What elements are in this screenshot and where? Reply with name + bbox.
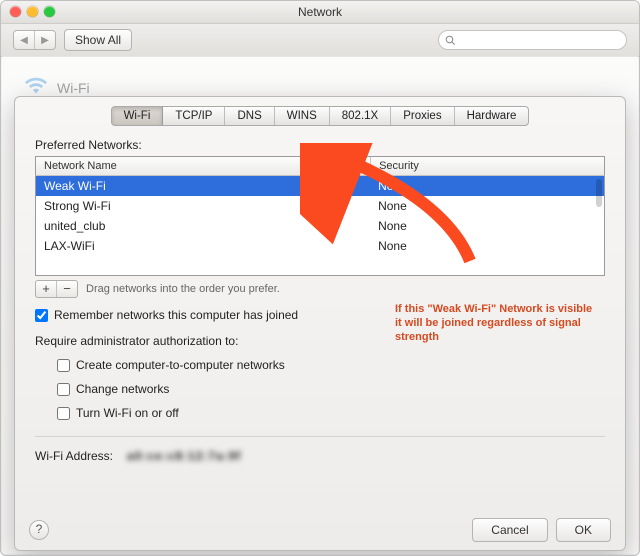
auth-option[interactable]: Turn Wi-Fi on or off [57, 406, 605, 420]
window-title: Network [298, 5, 342, 19]
cell-network-name: Strong Wi-Fi [36, 196, 370, 216]
ok-button[interactable]: OK [556, 518, 611, 542]
column-network-name[interactable]: Network Name [36, 157, 371, 175]
auth-option[interactable]: Change networks [57, 382, 605, 396]
traffic-lights [10, 6, 55, 17]
search-icon [445, 35, 456, 46]
networks-list-header: Network Name Security [35, 156, 605, 176]
prefs-toolbar: ◀ ▶ Show All [1, 24, 639, 57]
auth-checkbox-label: Turn Wi-Fi on or off [76, 406, 179, 420]
table-row[interactable]: Strong Wi-FiNone [36, 196, 604, 216]
tab-tcp-ip[interactable]: TCP/IP [163, 107, 225, 125]
back-icon[interactable]: ◀ [14, 31, 34, 49]
help-button[interactable]: ? [29, 520, 49, 540]
column-security[interactable]: Security [371, 157, 604, 175]
add-network-button[interactable]: + [36, 281, 56, 297]
search-input[interactable] [456, 33, 620, 47]
zoom-icon[interactable] [44, 6, 55, 17]
preferred-networks-label: Preferred Networks: [35, 138, 605, 152]
tab-wins[interactable]: WINS [275, 107, 330, 125]
table-row[interactable]: LAX-WiFiNone [36, 236, 604, 256]
cell-network-name: Weak Wi-Fi [36, 176, 370, 196]
auth-checkbox-input[interactable] [57, 383, 70, 396]
auth-option[interactable]: Create computer-to-computer networks [57, 358, 605, 372]
cell-network-name: united_club [36, 216, 370, 236]
wifi-address-value: a0:ce:c8:12:7a:9f [127, 449, 241, 463]
auth-checkbox-input[interactable] [57, 407, 70, 420]
networks-list[interactable]: Weak Wi-FiNoneStrong Wi-FiNoneunited_clu… [35, 176, 605, 276]
close-icon[interactable] [10, 6, 21, 17]
remember-checkbox-input[interactable] [35, 309, 48, 322]
cell-security: None [370, 196, 604, 216]
advanced-sheet: Wi-FiTCP/IPDNSWINS802.1XProxiesHardware … [14, 96, 626, 551]
remove-network-button[interactable]: − [56, 281, 77, 297]
cell-security: None [370, 236, 604, 256]
scrollbar-thumb[interactable] [596, 179, 602, 207]
wifi-address-label: Wi-Fi Address: [35, 449, 113, 463]
add-remove-buttons: + − [35, 280, 78, 298]
annotation-text: If this "Weak Wi-Fi" Network is visible … [395, 302, 595, 344]
show-all-button[interactable]: Show All [64, 29, 132, 51]
table-row[interactable]: Weak Wi-FiNone [36, 176, 604, 196]
tab-wi-fi[interactable]: Wi-Fi [112, 107, 164, 125]
minimize-icon[interactable] [27, 6, 38, 17]
tab-proxies[interactable]: Proxies [391, 107, 454, 125]
table-row[interactable]: united_clubNone [36, 216, 604, 236]
window-titlebar: Network [1, 1, 639, 24]
tab-802-1x[interactable]: 802.1X [330, 107, 391, 125]
tab-hardware[interactable]: Hardware [455, 107, 529, 125]
forward-icon[interactable]: ▶ [34, 31, 55, 49]
cancel-button[interactable]: Cancel [472, 518, 547, 542]
auth-checkbox-label: Change networks [76, 382, 169, 396]
remember-checkbox-label: Remember networks this computer has join… [54, 308, 298, 322]
cell-security: None [370, 176, 604, 196]
search-field[interactable] [438, 30, 627, 50]
auth-checkbox-input[interactable] [57, 359, 70, 372]
cell-security: None [370, 216, 604, 236]
drag-hint: Drag networks into the order you prefer. [86, 283, 280, 295]
tab-dns[interactable]: DNS [225, 107, 274, 125]
cell-network-name: LAX-WiFi [36, 236, 370, 256]
separator [35, 436, 605, 437]
nav-back-forward[interactable]: ◀ ▶ [13, 30, 56, 50]
auth-checkbox-label: Create computer-to-computer networks [76, 358, 285, 372]
advanced-tabs: Wi-FiTCP/IPDNSWINS802.1XProxiesHardware [15, 106, 625, 126]
